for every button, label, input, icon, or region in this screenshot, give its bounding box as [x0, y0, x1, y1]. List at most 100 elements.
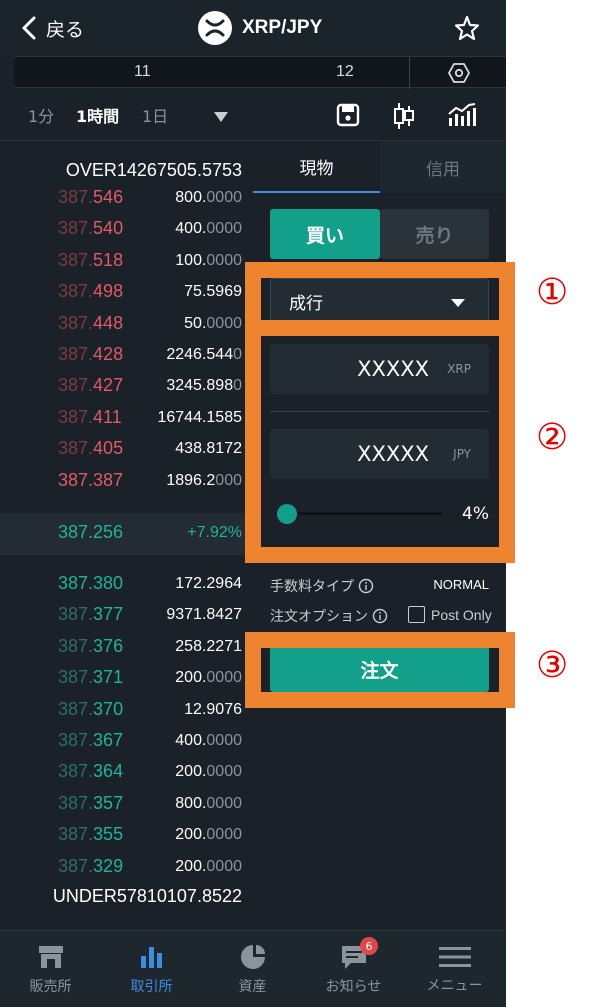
ask-price: 387.540 [58, 218, 123, 239]
last-price-row[interactable]: 387.256 +7.92% [0, 513, 253, 555]
pair-title[interactable]: XRP/JPY [198, 10, 322, 46]
quantity-main: 258.2271 [175, 637, 242, 655]
price-decimal: 376 [93, 635, 124, 656]
timeframe-1min[interactable]: 1分 [28, 100, 54, 130]
price-change: +7.92% [187, 524, 242, 541]
ask-price: 387.405 [58, 438, 123, 459]
candlestick-icon[interactable] [393, 101, 415, 135]
ask-row[interactable]: 387.540 400.0000 [0, 216, 253, 244]
ask-row[interactable]: 387.411 16744.1585 [0, 405, 253, 433]
price-decimal: 405 [93, 438, 124, 459]
order-tabs: 現物 信用 [253, 141, 506, 193]
bid-row[interactable]: 387.367 400.0000 [0, 728, 253, 756]
bid-row[interactable]: 387.371 200.0000 [0, 665, 253, 693]
timeframe-1day[interactable]: 1日 [142, 100, 168, 130]
quantity-trailing: 0000 [206, 732, 242, 749]
ask-price: 387.427 [58, 375, 123, 396]
bid-price: 387.376 [58, 636, 123, 657]
bid-price: 387.364 [58, 761, 123, 782]
bid-row[interactable]: 387.364 200.0000 [0, 759, 253, 787]
quantity-trailing: 0000 [206, 763, 242, 781]
nav-assets[interactable]: 資産 [202, 931, 303, 1007]
bid-quantity: 258.2271 [175, 638, 242, 656]
xrp-logo-icon [198, 11, 232, 45]
info-icon[interactable] [372, 608, 388, 624]
nav-assets-label: 資産 [238, 979, 267, 995]
ask-row[interactable]: 387.427 3245.8980 [0, 373, 253, 401]
save-icon[interactable] [336, 103, 360, 131]
checkbox-box[interactable] [408, 606, 425, 623]
ask-row[interactable]: 387.518 100.0000 [0, 248, 253, 276]
favorite-star-icon[interactable] [453, 14, 481, 46]
price-integer: 387. [58, 635, 94, 656]
bid-row[interactable]: 387.376 258.2271 [0, 634, 253, 662]
bid-row[interactable]: 387.370 12.9076 [0, 697, 253, 725]
bid-row[interactable]: 387.357 800.0000 [0, 791, 253, 819]
quantity-trailing: 0000 [206, 857, 242, 875]
price-decimal: 357 [93, 792, 124, 813]
fee-type-label: 手数料タイプ [270, 579, 354, 595]
quantity-trailing: 0000 [206, 314, 242, 332]
settings-hexagon-icon[interactable] [447, 62, 471, 88]
ask-row[interactable]: 387.498 75.5969 [0, 279, 253, 307]
price-integer: 387. [58, 281, 94, 302]
bid-quantity: 800.0000 [175, 795, 242, 813]
order-option-label: 注文オプション [270, 609, 368, 625]
bid-row[interactable]: 387.380 172.2964 [0, 571, 253, 599]
quantity-trailing: 0 [233, 377, 242, 395]
ask-quantity: 2246.5440 [166, 346, 242, 364]
ask-quantity: 100.0000 [175, 252, 242, 270]
quantity-trailing: 0000 [206, 220, 242, 238]
bar-chart-icon [140, 947, 162, 968]
ask-row[interactable]: 387.387 1896.2000 [0, 468, 253, 496]
price-decimal: 329 [93, 855, 124, 876]
indicator-chart-icon[interactable] [447, 102, 477, 132]
price-integer: 387. [58, 698, 94, 719]
back-button[interactable]: 戻る [22, 14, 84, 42]
price-decimal: 518 [93, 249, 124, 270]
bid-row[interactable]: 387.377 9371.8427 [0, 602, 253, 630]
bid-price: 387.367 [58, 730, 123, 751]
bid-quantity: 200.0000 [175, 763, 242, 781]
nav-store-label: 販売所 [29, 979, 72, 995]
bid-row[interactable]: 387.355 200.0000 [0, 822, 253, 850]
ask-price: 387.448 [58, 313, 123, 334]
ask-quantity: 16744.1585 [157, 409, 242, 427]
price-decimal: 355 [93, 824, 124, 845]
ask-quantity: 50.0000 [184, 315, 242, 333]
price-integer: 387. [58, 218, 94, 239]
ask-row[interactable]: 387.546 800.0000 [0, 185, 253, 213]
ask-row[interactable]: 387.428 2246.5440 [0, 342, 253, 370]
quantity-main: 400. [175, 732, 207, 749]
fee-type-row: 手数料タイプ [270, 576, 374, 596]
bid-row[interactable]: 387.329 200.0000 [0, 854, 253, 882]
sell-button[interactable]: 売り [380, 209, 489, 259]
tab-spot[interactable]: 現物 [253, 141, 380, 193]
post-only-checkbox[interactable]: Post Only [408, 606, 492, 623]
ask-row[interactable]: 387.448 50.0000 [0, 311, 253, 339]
last-price: 387.256 [58, 522, 124, 542]
quantity-main: 16744.1585 [157, 408, 242, 426]
nav-exchange[interactable]: 取引所 [101, 931, 202, 1007]
nav-notices[interactable]: お知らせ 6 [303, 931, 404, 1007]
quantity-main: 2246.544 [166, 346, 234, 363]
quantity-trailing: 0000 [206, 189, 242, 206]
timeframe-1hour[interactable]: 1時間 [76, 100, 119, 130]
tab-margin[interactable]: 信用 [380, 141, 506, 193]
price-integer: 387. [58, 604, 94, 625]
info-icon[interactable] [358, 578, 374, 594]
axis-label-11: 11 [134, 63, 151, 80]
quantity-trailing: 000 [215, 471, 242, 489]
nav-store[interactable]: 販売所 [0, 931, 101, 1007]
quantity-main: 3245.898 [166, 377, 234, 395]
header-bar: 戻る XRP/JPY [0, 0, 506, 56]
ask-quantity: 400.0000 [175, 220, 242, 238]
orderbook-under-total: UNDER57810107.8522 [52, 886, 242, 906]
ask-row[interactable]: 387.405 438.8172 [0, 436, 253, 464]
timeframe-dropdown-icon[interactable] [213, 108, 229, 127]
quantity-trailing: 0000 [206, 669, 242, 687]
price-integer: 387. [58, 824, 94, 845]
price-decimal: 411 [93, 406, 122, 427]
nav-menu[interactable]: メニュー [404, 931, 505, 1007]
buy-button[interactable]: 買い [270, 209, 380, 259]
